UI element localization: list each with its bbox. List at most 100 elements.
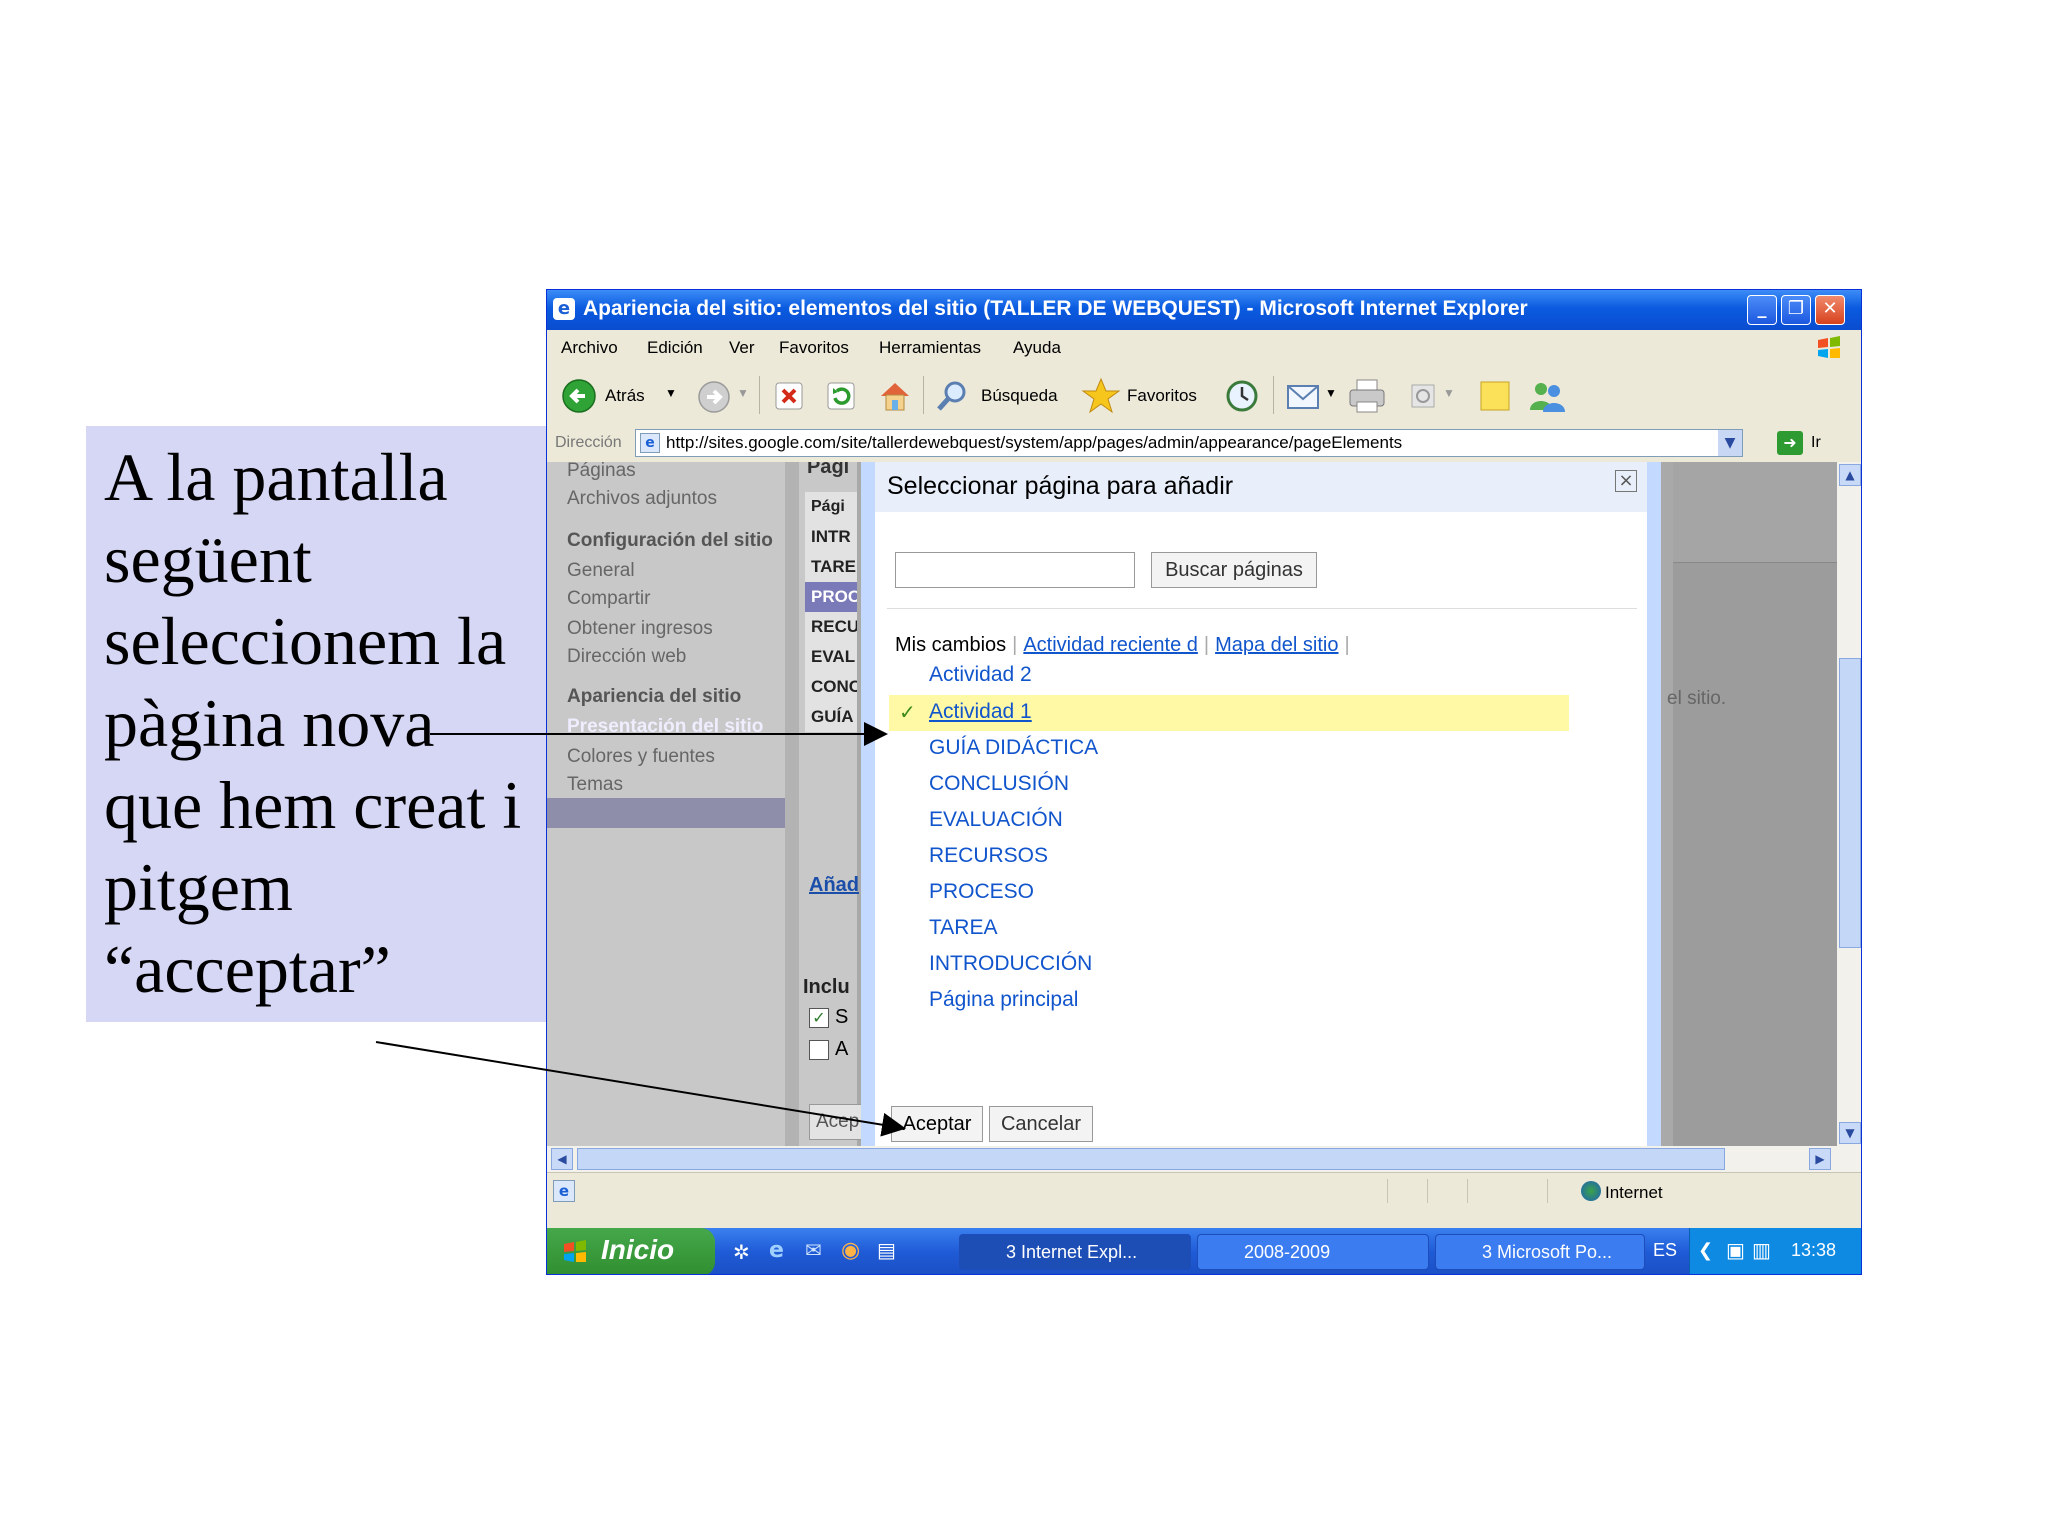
mail-dropdown-icon[interactable]: ▼	[1325, 386, 1337, 400]
background-right-panel	[1673, 462, 1837, 1146]
sidebar-item-temas[interactable]: Temas	[567, 774, 623, 796]
toolbar-separator	[923, 376, 924, 414]
refresh-icon[interactable]	[825, 380, 857, 412]
sidebar-heading-configuracion: Configuración del sitio	[567, 530, 773, 551]
tray-network-icon[interactable]: ▣	[1726, 1238, 1745, 1262]
dialog-title: Seleccionar página para añadir	[887, 472, 1234, 500]
stop-icon[interactable]	[773, 380, 805, 412]
menu-archivo[interactable]: Archivo	[561, 338, 618, 358]
quicklaunch-outlook-icon[interactable]: ✉	[805, 1238, 822, 1262]
vertical-scrollbar[interactable]: ▲ ▼	[1837, 462, 1861, 1146]
menu-edicion[interactable]: Edición	[647, 338, 703, 358]
go-label[interactable]: Ir	[1811, 434, 1821, 452]
system-tray: ❮ ▣ ▥	[1689, 1228, 1861, 1274]
close-button[interactable]: ✕	[1815, 295, 1845, 325]
quicklaunch-media-icon[interactable]: ◉	[841, 1238, 860, 1263]
windows-logo-icon	[564, 1240, 586, 1262]
back-arrow-icon[interactable]	[561, 378, 597, 414]
tray-connection-icon[interactable]: ▥	[1752, 1238, 1771, 1262]
page-option[interactable]: Página principal	[929, 988, 1078, 1012]
print-icon[interactable]	[1347, 378, 1387, 414]
page-option[interactable]: TAREA	[929, 916, 997, 940]
cancel-button[interactable]: Cancelar	[989, 1106, 1093, 1142]
quicklaunch-desktop-icon[interactable]: ▤	[877, 1238, 896, 1262]
horizontal-scrollbar[interactable]: ◀ ▶	[547, 1146, 1861, 1172]
scroll-down-icon[interactable]: ▼	[1839, 1122, 1861, 1144]
home-icon[interactable]	[877, 378, 913, 414]
sidebar-item-compartir[interactable]: Compartir	[567, 588, 650, 610]
sidebar-item-direccion[interactable]: Dirección web	[567, 646, 686, 668]
window-title: Apariencia del sitio: elementos del siti…	[583, 297, 1528, 320]
horizontal-scroll-thumb[interactable]	[577, 1148, 1725, 1170]
quicklaunch-network-icon[interactable]: ✲	[733, 1240, 750, 1264]
address-dropdown-icon[interactable]: ▼	[1718, 430, 1742, 456]
search-icon[interactable]	[935, 378, 971, 414]
clock: 13:38	[1791, 1240, 1837, 1260]
background-note: el sitio.	[1667, 688, 1727, 709]
tab-mapa-del-sitio[interactable]: Mapa del sitio	[1215, 634, 1338, 656]
taskbar-powerpoint-button[interactable]: 3 Microsoft Po...	[1435, 1234, 1645, 1270]
status-divider	[1467, 1179, 1468, 1203]
page-option[interactable]: CONCLUSIÓN	[929, 772, 1069, 796]
address-url[interactable]: http://sites.google.com/site/tallerdeweb…	[666, 433, 1402, 453]
language-indicator[interactable]: ES	[1653, 1240, 1677, 1261]
search-label[interactable]: Búsqueda	[981, 386, 1058, 406]
edit-dropdown-icon[interactable]: ▼	[1443, 386, 1455, 400]
vertical-scroll-thumb[interactable]	[1839, 658, 1861, 948]
toolbar: Atrás ▼ ▼ Búsqueda Favoritos ▼ ▼	[547, 366, 1861, 425]
menu-ver[interactable]: Ver	[729, 338, 755, 358]
scroll-up-icon[interactable]: ▲	[1839, 464, 1861, 486]
scroll-left-icon[interactable]: ◀	[551, 1148, 573, 1170]
accept-button[interactable]: Aceptar	[891, 1106, 983, 1142]
windows-logo-icon	[1818, 336, 1840, 358]
sidebar-item-archivos[interactable]: Archivos adjuntos	[567, 488, 717, 510]
sidebar-item-presentacion[interactable]: Presentación del sitio	[567, 716, 763, 738]
sidebar-item-paginas[interactable]: Páginas	[567, 462, 636, 482]
sidebar-item-general[interactable]: General	[567, 560, 635, 582]
page-source-tabs: Mis cambios | Actividad reciente d | Mapa de…	[895, 634, 1356, 657]
search-pages-button[interactable]: Buscar páginas	[1151, 552, 1317, 588]
mail-icon[interactable]	[1285, 380, 1321, 412]
sidebar-heading-apariencia: Apariencia del sitio	[567, 686, 742, 707]
sidebar-item-ingresos[interactable]: Obtener ingresos	[567, 618, 713, 640]
tab-mis-cambios[interactable]: Mis cambios	[895, 634, 1006, 656]
quicklaunch-ie-icon[interactable]: e	[769, 1238, 784, 1263]
tray-expand-icon[interactable]: ❮	[1698, 1240, 1713, 1261]
messenger-icon[interactable]	[1527, 378, 1567, 414]
page-search-input[interactable]	[895, 552, 1135, 588]
title-bar: e Apariencia del sitio: elementos del si…	[547, 290, 1861, 330]
page-option-selected[interactable]: Actividad 1	[929, 700, 1032, 724]
background-checkbox	[809, 1040, 829, 1060]
tab-actividad-reciente[interactable]: Actividad reciente d	[1023, 634, 1198, 656]
menu-favoritos[interactable]: Favoritos	[779, 338, 849, 358]
back-label[interactable]: Atrás	[605, 386, 645, 406]
page-option[interactable]: Actividad 2	[929, 663, 1032, 687]
forward-dropdown-icon[interactable]: ▼	[737, 386, 749, 400]
page-option[interactable]: INTRODUCCIÓN	[929, 952, 1092, 976]
page-option[interactable]: EVALUACIÓN	[929, 808, 1063, 832]
edit-icon[interactable]	[1409, 382, 1437, 410]
page-option[interactable]: RECURSOS	[929, 844, 1048, 868]
taskbar-ie-button[interactable]: 3 Internet Expl...	[959, 1234, 1191, 1270]
dialog-close-icon[interactable]: ×	[1615, 470, 1637, 492]
restore-button[interactable]: ❐	[1781, 295, 1811, 325]
page-option[interactable]: GUÍA DIDÁCTICA	[929, 736, 1098, 760]
back-dropdown-icon[interactable]: ▼	[665, 386, 677, 400]
history-icon[interactable]	[1223, 378, 1261, 414]
forward-arrow-icon[interactable]	[697, 380, 731, 414]
favorites-label[interactable]: Favoritos	[1127, 386, 1197, 406]
scroll-right-icon[interactable]: ▶	[1809, 1148, 1831, 1170]
taskbar-folder-button[interactable]: 2008-2009	[1197, 1234, 1429, 1270]
menu-ayuda[interactable]: Ayuda	[1013, 338, 1061, 358]
start-button[interactable]: Inicio	[547, 1228, 715, 1274]
background-cell: PROC	[805, 582, 857, 612]
background-checkbox-checked: ✓	[809, 1008, 829, 1028]
address-field[interactable]: e http://sites.google.com/site/tallerdew…	[635, 429, 1743, 457]
menu-herramientas[interactable]: Herramientas	[879, 338, 981, 358]
note-icon[interactable]	[1477, 378, 1513, 414]
favorites-star-icon[interactable]	[1081, 376, 1121, 416]
go-arrow-icon[interactable]: ➜	[1777, 431, 1803, 455]
sidebar-item-colores[interactable]: Colores y fuentes	[567, 746, 715, 768]
minimize-button[interactable]: _	[1747, 295, 1777, 325]
page-option[interactable]: PROCESO	[929, 880, 1034, 904]
